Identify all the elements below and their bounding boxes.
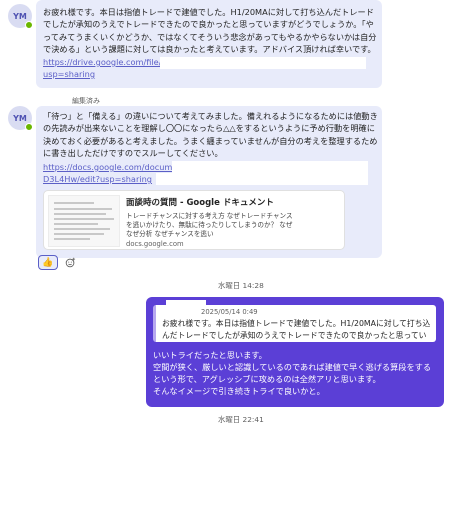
message-link[interactable]: https://docs.google.com/documen xyxy=(43,161,183,173)
link-preview-description: トレードチャンスに対する考え方 なぜトレードチャンスを逃いかけたり、無駄に待った… xyxy=(126,212,293,238)
link-preview-title: 面談時の質問 - Google ドキュメント xyxy=(126,198,274,208)
thumbs-up-icon: 👍 xyxy=(42,257,54,268)
message-link-continued[interactable]: D3L4Hw/edit?usp=sharing xyxy=(43,173,152,185)
avatar-initials: YM xyxy=(13,11,27,21)
message-bubble[interactable]: 「待つ」と「備える」の違いについて考えてみました。備えれるようになるためには値動… xyxy=(36,106,382,258)
reply-line: いいトライだったと思います。 xyxy=(153,350,267,360)
link-preview-domain: docs.google.com xyxy=(126,240,184,248)
avatar-initials: YM xyxy=(13,113,27,123)
avatar[interactable]: YM xyxy=(8,106,33,131)
sent-message-bubble[interactable]: 2025/05/14 0:49 お疲れ様です。本日は指値トレードで建値でした。H… xyxy=(146,297,444,407)
redacted-area xyxy=(172,161,368,173)
avatar[interactable]: YM xyxy=(8,4,33,29)
link-preview-card[interactable]: 面談時の質問 - Google ドキュメント トレードチャンスに対する考え方 な… xyxy=(43,190,345,250)
quoted-message-text: お疲れ様です。本日は指値トレードで建値でした。H1/20MAに対して打ち込んだト… xyxy=(162,319,431,340)
redacted-area xyxy=(156,173,368,185)
message-bubble[interactable]: お疲れ様です。本日は指値トレードで建値でした。H1/20MAに対して打ち込んだト… xyxy=(36,0,382,88)
document-thumbnail xyxy=(48,195,120,247)
timestamp: 水曜日 14:28 xyxy=(218,281,264,290)
reply-line: そんなイメージで引き続きトライで良いかと。 xyxy=(153,386,325,396)
redacted-area xyxy=(166,300,206,308)
presence-available-icon xyxy=(25,123,33,131)
message-link[interactable]: https://drive.google.com/file/d xyxy=(43,56,167,68)
reaction-thumbs-up[interactable]: 👍 xyxy=(38,255,58,270)
reply-line: という形で、アグレッシブに攻めるのは全然アリと思います。 xyxy=(153,374,381,384)
edited-label: 編集済み xyxy=(72,97,100,105)
message-text: お疲れ様です。本日は指値トレードで建値でした。H1/20MAに対して打ち込んだト… xyxy=(43,7,377,55)
add-reaction-icon xyxy=(65,257,76,268)
presence-available-icon xyxy=(25,21,33,29)
message-text: 「待つ」と「備える」の違いについて考えてみました。備えれるようになるためには値動… xyxy=(43,111,378,159)
message-link-continued[interactable]: usp=sharing xyxy=(43,68,95,80)
redacted-area xyxy=(160,57,366,69)
timestamp: 水曜日 22:41 xyxy=(218,415,264,424)
quoted-message-timestamp: 2025/05/14 0:49 xyxy=(201,308,258,316)
reply-line: 空間が狭く、厳しいと認識しているのであれば建値で早く逃げる算段をする xyxy=(153,362,432,372)
quoted-message[interactable]: 2025/05/14 0:49 お疲れ様です。本日は指値トレードで建値でした。H… xyxy=(153,305,436,342)
add-reaction-button[interactable] xyxy=(62,255,79,270)
